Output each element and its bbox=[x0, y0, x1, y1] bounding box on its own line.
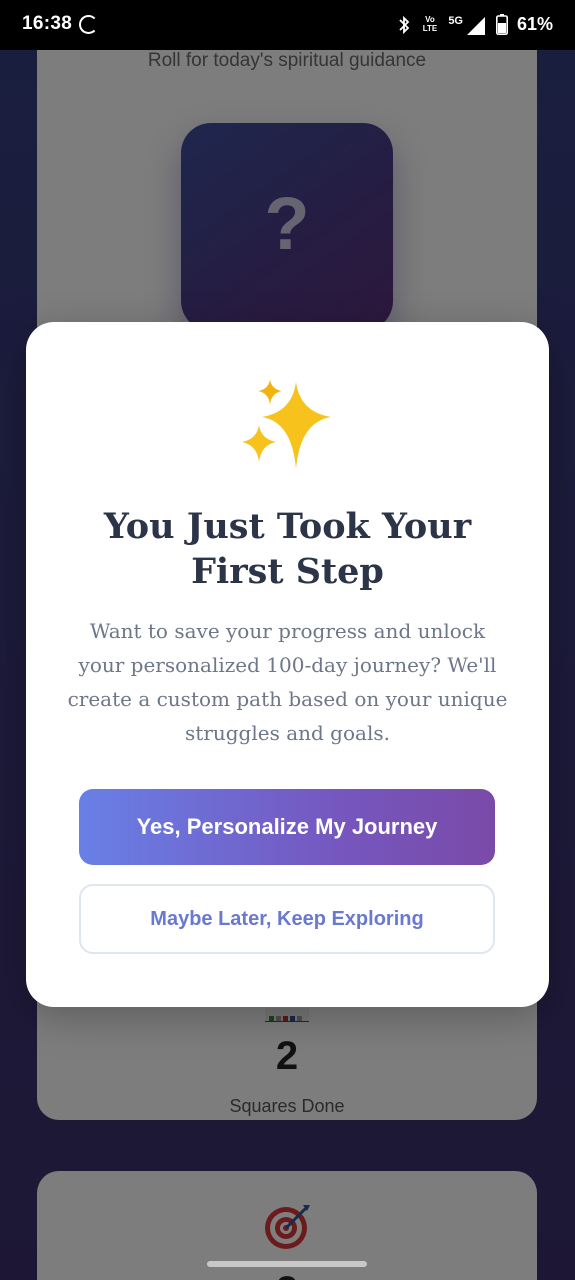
status-right-group: Vo LTE 5G 61% bbox=[333, 12, 553, 38]
onboarding-modal: You Just Took Your First Step Want to sa… bbox=[26, 322, 549, 1007]
status-time: 16:38 bbox=[22, 13, 73, 34]
personalize-journey-button[interactable]: Yes, Personalize My Journey bbox=[79, 789, 495, 865]
home-indicator[interactable] bbox=[207, 1261, 367, 1267]
modal-title: You Just Took Your First Step bbox=[103, 506, 472, 592]
volte-bottom-label: LTE bbox=[422, 24, 438, 33]
volte-icon: Vo LTE bbox=[419, 15, 441, 33]
keep-exploring-button[interactable]: Maybe Later, Keep Exploring bbox=[79, 884, 495, 954]
loading-icon bbox=[79, 15, 98, 34]
sparkles-icon bbox=[242, 379, 331, 469]
battery-percent: 61% bbox=[516, 14, 553, 34]
bluetooth-icon bbox=[399, 15, 410, 35]
network-type: 5G bbox=[448, 15, 463, 27]
battery-icon bbox=[496, 14, 508, 35]
status-bar: 16:38 Vo LTE 5G 61% bbox=[0, 0, 575, 50]
signal-icon bbox=[467, 17, 485, 35]
modal-description: Want to save your progress and unlock yo… bbox=[67, 619, 508, 745]
volte-top-label: Vo bbox=[425, 15, 435, 24]
